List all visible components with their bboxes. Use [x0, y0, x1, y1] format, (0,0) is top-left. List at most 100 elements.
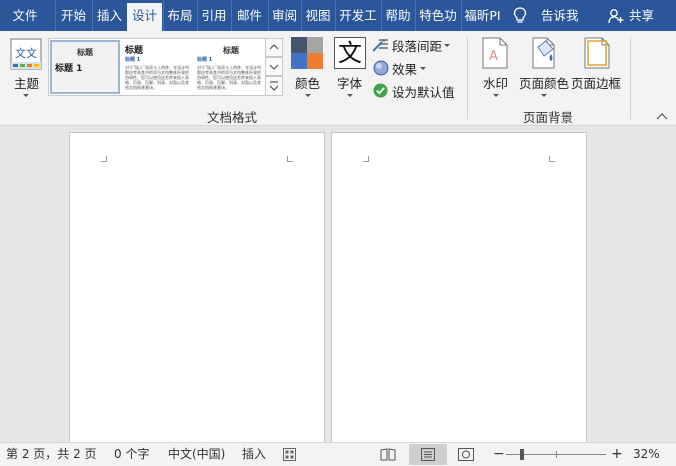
- tab-mailings[interactable]: 邮件: [231, 0, 267, 31]
- print-layout-button[interactable]: [409, 444, 447, 465]
- share-person-icon[interactable]: [608, 8, 624, 24]
- share-button[interactable]: 共享: [629, 0, 654, 31]
- tab-special-features[interactable]: 特色功: [415, 0, 460, 31]
- insert-mode-indicator[interactable]: 插入: [242, 443, 266, 466]
- page-color-icon: [532, 37, 555, 69]
- page-count-indicator[interactable]: 第 2 页，共 2 页: [6, 443, 97, 466]
- ribbon-tab-bar: 文件 开始 插入 设计 布局 引用 邮件 审阅 视图 开发工 帮助 特色功 福昕…: [0, 0, 676, 31]
- style-set-gallery[interactable]: 标题 标题 1 标题 标题 1 对于“插入”选项卡上的库，在设计时都应考虑其中的…: [48, 38, 282, 96]
- group-divider: [467, 37, 468, 119]
- style-set-item[interactable]: 标题 标题 1: [50, 40, 120, 94]
- tab-file[interactable]: 文件: [0, 0, 50, 31]
- tab-review[interactable]: 审阅: [268, 0, 300, 31]
- watermark-icon: A: [482, 37, 508, 69]
- style-set-item[interactable]: 标题 标题 1 对于“插入”选项卡上的库，在设计时都应考虑其中的项与文档整体外观…: [195, 40, 265, 94]
- status-bar: 第 2 页，共 2 页 0 个字 中文(中国) 插入 − + 32%: [0, 442, 676, 466]
- paragraph-spacing-icon: [373, 39, 388, 52]
- style-thumb-title: 标题: [223, 46, 239, 55]
- page-borders-label: 页面边框: [571, 76, 622, 91]
- zoom-out-button[interactable]: −: [493, 443, 505, 466]
- gallery-scroll-buttons: [265, 38, 283, 96]
- set-as-default-label: 设为默认值: [392, 85, 455, 100]
- colors-label: 颜色: [295, 76, 321, 91]
- chevron-down-icon: [493, 94, 499, 97]
- chevron-down-icon: [420, 67, 426, 70]
- themes-icon-text: 文文: [15, 47, 37, 60]
- chevron-down-icon: [305, 94, 311, 97]
- tab-developer[interactable]: 开发工: [335, 0, 380, 31]
- colors-button[interactable]: 颜色: [289, 35, 327, 103]
- watermark-button[interactable]: A 水印: [476, 35, 516, 103]
- print-layout-icon: [421, 448, 435, 461]
- zoom-in-button[interactable]: +: [611, 443, 623, 466]
- themes-button[interactable]: 文文 主题: [6, 35, 46, 103]
- page-color-label: 页面颜色: [519, 76, 570, 91]
- fonts-icon: 文: [334, 37, 366, 69]
- page-color-button[interactable]: 页面颜色: [519, 35, 569, 103]
- page-borders-icon: [584, 37, 610, 69]
- web-layout-icon[interactable]: [458, 448, 474, 461]
- paragraph-spacing-button[interactable]: 段落间距: [372, 36, 456, 54]
- word-count-indicator[interactable]: 0 个字: [114, 443, 149, 466]
- chevron-down-icon: [23, 94, 29, 97]
- page-background-group-label: 页面背景: [523, 110, 574, 125]
- zoom-slider[interactable]: [506, 449, 606, 460]
- tab-layout[interactable]: 布局: [163, 0, 196, 31]
- lightbulb-icon[interactable]: [513, 7, 527, 25]
- document-canvas[interactable]: [0, 126, 676, 442]
- margin-corner-mark: [101, 156, 107, 162]
- gallery-scroll-up[interactable]: [265, 38, 283, 57]
- group-divider: [630, 37, 631, 119]
- style-thumb-heading: 标题 1: [55, 64, 83, 74]
- page-borders-button[interactable]: 页面边框: [571, 35, 623, 103]
- effects-label: 效果: [392, 62, 418, 77]
- tab-design[interactable]: 设计: [127, 3, 162, 31]
- style-thumb-subtitle: 标题 1: [125, 57, 141, 63]
- chevron-down-icon: [444, 44, 450, 47]
- style-thumb-body: 对于“插入”选项卡上的库，在设计时都应考虑其中的项与文档整体外观的协调性。您可以…: [125, 65, 190, 90]
- watermark-label: 水印: [483, 76, 509, 91]
- chevron-down-icon: [347, 94, 353, 97]
- effects-button[interactable]: 效果: [372, 59, 432, 77]
- zoom-slider-thumb[interactable]: [520, 449, 524, 460]
- style-thumb-title: 标题: [125, 46, 144, 56]
- color-palette-icon: [291, 37, 323, 69]
- style-set-item[interactable]: 标题 标题 1 对于“插入”选项卡上的库，在设计时都应考虑其中的项与文档整体外观…: [123, 40, 193, 94]
- style-thumb-body: 对于“插入”选项卡上的库，在设计时都应考虑其中的项与文档整体外观的协调性。您可以…: [197, 65, 262, 90]
- fonts-icon-text: 文: [338, 39, 362, 67]
- gallery-scroll-down[interactable]: [265, 57, 283, 76]
- margin-corner-mark: [363, 156, 369, 162]
- check-circle-icon: [373, 83, 388, 98]
- zoom-level[interactable]: 32%: [633, 443, 660, 466]
- chevron-down-icon: [269, 64, 279, 70]
- document-page[interactable]: [331, 132, 587, 442]
- tab-foxit-pdf[interactable]: 福昕PI: [461, 0, 503, 31]
- themes-label: 主题: [14, 76, 40, 91]
- style-thumb-subtitle: 标题 1: [197, 57, 213, 63]
- tab-view[interactable]: 视图: [301, 0, 334, 31]
- fonts-label: 字体: [337, 76, 363, 91]
- document-formatting-group-label: 文档格式: [207, 110, 258, 125]
- language-indicator[interactable]: 中文(中国): [168, 443, 225, 466]
- collapse-ribbon-icon[interactable]: [656, 112, 668, 120]
- tab-home[interactable]: 开始: [55, 0, 91, 31]
- tab-help[interactable]: 帮助: [381, 0, 414, 31]
- gallery-expand-icon: [269, 81, 279, 91]
- gallery-more-button[interactable]: [265, 76, 283, 96]
- fonts-button[interactable]: 文 字体: [331, 35, 369, 103]
- chevron-down-icon: [541, 94, 547, 97]
- margin-corner-mark: [287, 156, 293, 162]
- chevron-up-icon: [269, 44, 279, 50]
- set-as-default-button[interactable]: 设为默认值: [372, 82, 462, 100]
- tell-me-search[interactable]: 告诉我: [541, 0, 579, 31]
- zoom-slider-center-tick: [556, 451, 557, 458]
- paragraph-spacing-label: 段落间距: [392, 39, 443, 54]
- effects-icon: [373, 60, 389, 76]
- tab-references[interactable]: 引用: [197, 0, 230, 31]
- macro-recording-icon[interactable]: [283, 448, 296, 461]
- margin-corner-mark: [549, 156, 555, 162]
- document-page[interactable]: [69, 132, 325, 442]
- read-mode-icon[interactable]: [380, 448, 396, 461]
- svg-text:A: A: [489, 49, 498, 64]
- tab-insert[interactable]: 插入: [92, 0, 126, 31]
